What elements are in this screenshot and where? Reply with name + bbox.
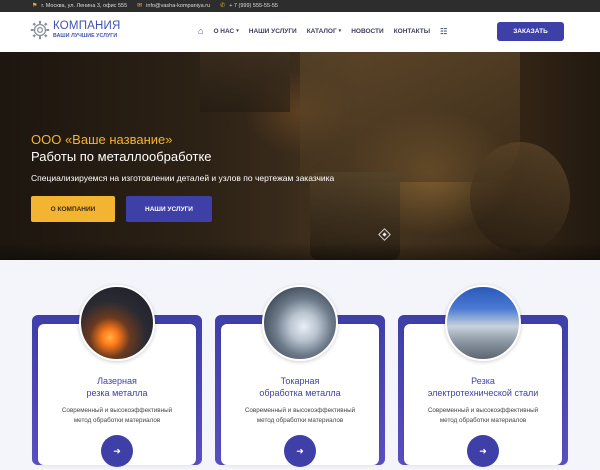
logo-title: КОМПАНИЯ <box>53 19 121 32</box>
site-header: КОМПАНИЯ ВАШИ ЛУЧШИЕ УСЛУГИ ⌂ О НАС ▾ НА… <box>0 12 600 52</box>
top-info-bar: ⚑ г. Москва, ул. Ленина 3, офис 555 ✉ in… <box>0 0 600 12</box>
hero-company-name: ООО «Ваше название» <box>31 132 173 147</box>
chevron-down-icon: ▾ <box>236 28 239 34</box>
address-info: ⚑ г. Москва, ул. Ленина 3, офис 555 <box>32 3 127 9</box>
electrical-steel-image <box>445 285 521 361</box>
card-title-line: Токарная <box>280 376 320 386</box>
card-desc-line: метод обработки материалов <box>256 417 344 424</box>
card-title: Резка электротехнической стали <box>398 375 568 399</box>
hero-bottom-shade <box>0 242 600 260</box>
email-text[interactable]: info@vasha-kompaniya.ru <box>146 3 210 9</box>
sitemap-icon[interactable]: ☷ <box>440 27 447 36</box>
lathe-machining-image <box>262 285 338 361</box>
arrow-right-icon[interactable]: ➜ <box>284 435 316 467</box>
address-text: г. Москва, ул. Ленина 3, офис 555 <box>41 3 128 9</box>
card-desc-line: Современный и высокоэффективный <box>244 407 356 414</box>
nav-item-label: КАТАЛОГ <box>306 27 337 35</box>
card-title: Токарная обработка металла <box>215 375 385 399</box>
home-icon[interactable]: ⌂ <box>198 26 203 36</box>
logo[interactable]: КОМПАНИЯ ВАШИ ЛУЧШИЕ УСЛУГИ <box>30 20 121 40</box>
card-desc-line: метод обработки материалов <box>439 417 527 424</box>
nav-item-catalog[interactable]: КАТАЛОГ ▾ <box>307 28 342 35</box>
card-title-line: Резка <box>471 376 495 386</box>
card-title-line: резка металла <box>86 388 148 398</box>
hero-banner: ООО «Ваше название» Работы по металлообр… <box>0 52 600 260</box>
chevron-down-icon: ▾ <box>338 28 342 34</box>
card-desc-line: метод обработки материалов <box>73 417 161 424</box>
phone-info[interactable]: ✆ + 7 (999) 555-55-55 <box>220 3 278 9</box>
about-company-button[interactable]: О КОМПАНИИ <box>31 196 115 222</box>
arrow-right-icon[interactable]: ➜ <box>101 435 133 467</box>
main-nav: ⌂ О НАС ▾ НАШИ УСЛУГИ КАТАЛОГ ▾ НОВОСТИ … <box>198 26 447 36</box>
our-services-button[interactable]: НАШИ УСЛУГИ <box>126 196 212 222</box>
nav-item-news[interactable]: НОВОСТИ <box>351 28 384 35</box>
nav-item-label: КОНТАКТЫ <box>393 27 431 35</box>
phone-text[interactable]: + 7 (999) 555-55-55 <box>229 3 278 9</box>
card-desc-line: Современный и высокоэффективный <box>61 407 173 414</box>
mail-icon: ✉ <box>137 3 143 9</box>
service-card-laser[interactable]: Лазерная резка металла Современный и выс… <box>32 285 202 467</box>
card-description: Современный и высокоэффективный метод об… <box>215 406 385 426</box>
card-description: Современный и высокоэффективный метод об… <box>398 406 568 426</box>
card-title-line: электротехнической стали <box>427 388 539 398</box>
card-desc-line: Современный и высокоэффективный <box>427 407 539 414</box>
hero-headline: Работы по металлообработке <box>31 149 212 164</box>
nav-item-contacts[interactable]: КОНТАКТЫ <box>394 28 430 35</box>
email-info[interactable]: ✉ info@vasha-kompaniya.ru <box>137 3 210 9</box>
nav-item-label: О НАС <box>213 27 235 35</box>
logo-subtitle: ВАШИ ЛУЧШИЕ УСЛУГИ <box>53 33 118 40</box>
map-icon: ⚑ <box>32 3 38 9</box>
card-title: Лазерная резка металла <box>32 375 202 399</box>
arrow-right-icon[interactable]: ➜ <box>467 435 499 467</box>
service-card-steel[interactable]: Резка электротехнической стали Современн… <box>398 285 568 467</box>
gear-icon <box>30 20 50 40</box>
nav-item-about[interactable]: О НАС ▾ <box>213 28 238 35</box>
nav-item-services[interactable]: НАШИ УСЛУГИ <box>249 28 297 35</box>
card-title-line: Лазерная <box>97 376 137 386</box>
laser-cutting-image <box>79 285 155 361</box>
phone-icon: ✆ <box>220 3 226 9</box>
order-button[interactable]: ЗАКАЗАТЬ <box>497 22 564 41</box>
service-card-turning[interactable]: Токарная обработка металла Современный и… <box>215 285 385 467</box>
card-title-line: обработка металла <box>259 388 341 398</box>
card-description: Современный и высокоэффективный метод об… <box>32 406 202 426</box>
hero-description: Специализируемся на изготовлении деталей… <box>31 173 335 183</box>
nav-item-label: НАШИ УСЛУГИ <box>248 27 297 35</box>
nav-item-label: НОВОСТИ <box>351 27 384 35</box>
